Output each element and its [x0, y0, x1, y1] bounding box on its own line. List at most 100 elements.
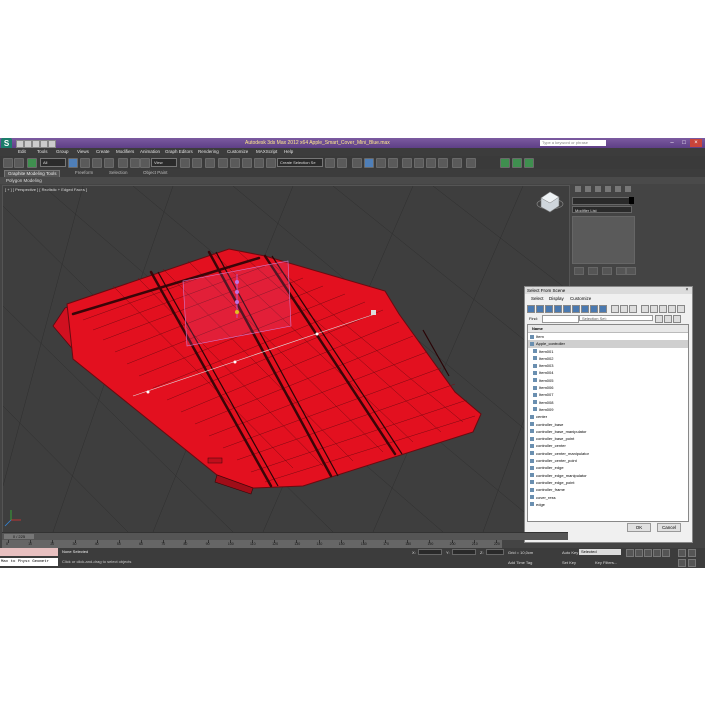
- list-item[interactable]: Apple_controller: [528, 340, 688, 348]
- list-item[interactable]: controller_base_manipulator: [528, 428, 688, 435]
- previous-frame-icon[interactable]: [635, 549, 643, 557]
- reference-coordinate-dropdown[interactable]: View: [151, 158, 177, 167]
- auto-key-button[interactable]: Auto Key: [562, 550, 578, 555]
- key-filters-button[interactable]: Key Filters...: [595, 560, 617, 565]
- render-activeshade-icon[interactable]: [466, 158, 476, 168]
- rendered-frame-window-icon[interactable]: [426, 158, 436, 168]
- menu-rendering[interactable]: Rendering: [198, 149, 219, 154]
- object-color-swatch[interactable]: [629, 197, 634, 204]
- sync-selection-icon[interactable]: [677, 305, 685, 313]
- list-item[interactable]: controller_base: [528, 421, 688, 428]
- modifier-list-dropdown[interactable]: Modifier List: [572, 206, 632, 213]
- list-item[interactable]: center: [528, 413, 688, 420]
- select-object-icon[interactable]: [68, 158, 78, 168]
- zoom-extents-icon[interactable]: [678, 549, 686, 557]
- key-mode-dropdown[interactable]: Selected: [579, 549, 621, 555]
- go-to-end-icon[interactable]: [662, 549, 670, 557]
- list-item[interactable]: Item007: [528, 391, 688, 398]
- menu-edit[interactable]: Edit: [18, 149, 26, 154]
- menu-graph-editors[interactable]: Graph Editors: [165, 149, 193, 154]
- list-item[interactable]: Item005: [528, 377, 688, 384]
- display-groups-icon[interactable]: [581, 305, 589, 313]
- select-all-icon[interactable]: [641, 305, 649, 313]
- search-input[interactable]: Type a keyword or phrase: [540, 140, 606, 146]
- list-item[interactable]: controller_edge_point: [528, 479, 688, 486]
- redo-icon[interactable]: [14, 158, 24, 168]
- find-option-icon[interactable]: [655, 315, 663, 323]
- list-item[interactable]: controller_frame: [528, 486, 688, 493]
- pin-stack-icon[interactable]: [574, 267, 584, 275]
- list-item[interactable]: controller_edge_manipulator: [528, 472, 688, 479]
- dialog-menu-customize[interactable]: Customize: [570, 296, 591, 301]
- list-item[interactable]: Item009: [528, 406, 688, 413]
- render-production-icon[interactable]: [438, 158, 448, 168]
- list-item[interactable]: controller_center_manipulator: [528, 450, 688, 457]
- list-item[interactable]: Item006: [528, 384, 688, 391]
- select-by-name-icon[interactable]: [80, 158, 90, 168]
- maxscript-listener-top[interactable]: [0, 548, 58, 556]
- hierarchy-tab-icon[interactable]: [595, 186, 601, 192]
- undo-icon[interactable]: [3, 158, 13, 168]
- layer-manager-icon[interactable]: [352, 158, 362, 168]
- mirror-icon[interactable]: [325, 158, 335, 168]
- physx-play-icon[interactable]: [512, 158, 522, 168]
- named-selection-set-dropdown[interactable]: Create Selection Se: [277, 158, 323, 167]
- render-setup-icon[interactable]: [414, 158, 424, 168]
- angle-snap-icon[interactable]: [230, 158, 240, 168]
- play-icon[interactable]: [644, 549, 652, 557]
- spinner-snap-icon[interactable]: [254, 158, 264, 168]
- redo-icon[interactable]: [48, 140, 56, 148]
- remove-modifier-icon[interactable]: [616, 267, 626, 275]
- align-icon[interactable]: [337, 158, 347, 168]
- create-tab-icon[interactable]: [575, 186, 581, 192]
- list-item[interactable]: Item: [528, 333, 688, 340]
- filter-icon[interactable]: [668, 305, 676, 313]
- list-item[interactable]: Item002: [528, 355, 688, 362]
- select-invert-icon[interactable]: [659, 305, 667, 313]
- display-xrefs-icon[interactable]: [590, 305, 598, 313]
- list-item[interactable]: edge: [528, 501, 688, 508]
- view-cube-icon[interactable]: [536, 191, 564, 213]
- display-space-warps-icon[interactable]: [572, 305, 580, 313]
- polygon-modeling-label[interactable]: Polygon Modeling: [6, 178, 42, 183]
- maxscript-listener-input[interactable]: Max to Physx Geometr: [0, 558, 58, 566]
- z-coordinate-field[interactable]: [486, 549, 504, 555]
- object-name-field[interactable]: [572, 197, 630, 205]
- display-cameras-icon[interactable]: [554, 305, 562, 313]
- show-end-result-icon[interactable]: [588, 267, 598, 275]
- case-sensitive-icon[interactable]: [664, 315, 672, 323]
- cancel-button[interactable]: Cancel: [657, 523, 681, 532]
- display-none-icon[interactable]: [620, 305, 628, 313]
- next-frame-icon[interactable]: [653, 549, 661, 557]
- percent-snap-icon[interactable]: [242, 158, 252, 168]
- keyboard-shortcut-icon[interactable]: [205, 158, 215, 168]
- menu-group[interactable]: Group: [56, 149, 69, 154]
- hierarchy-toggle-icon[interactable]: [673, 315, 681, 323]
- list-item[interactable]: cover_ress: [528, 494, 688, 501]
- list-item[interactable]: controller_base_point: [528, 435, 688, 442]
- maximize-button[interactable]: □: [678, 139, 690, 147]
- open-icon[interactable]: [24, 140, 32, 148]
- undo-icon[interactable]: [40, 140, 48, 148]
- tab-object-paint[interactable]: Object Paint: [140, 170, 171, 176]
- list-item[interactable]: Item003: [528, 362, 688, 369]
- selection-filter-dropdown[interactable]: All: [40, 158, 66, 167]
- move-icon[interactable]: [118, 158, 128, 168]
- edit-named-selection-icon[interactable]: [266, 158, 276, 168]
- link-icon[interactable]: [27, 158, 37, 168]
- ok-button[interactable]: OK: [627, 523, 651, 532]
- list-item[interactable]: Item004: [528, 369, 688, 376]
- save-icon[interactable]: [32, 140, 40, 148]
- trackbar[interactable]: 0 10 20 30 40 50 60 70 80 90 100 110 120 130 140 150 160…: [2, 540, 502, 548]
- column-header-name[interactable]: Name: [528, 325, 688, 333]
- pan-view-icon[interactable]: [688, 549, 696, 557]
- menu-help[interactable]: Help: [284, 149, 293, 154]
- display-bones-icon[interactable]: [599, 305, 607, 313]
- snaps-toggle-icon[interactable]: [218, 158, 228, 168]
- motion-tab-icon[interactable]: [605, 186, 611, 192]
- minimize-button[interactable]: –: [666, 139, 678, 147]
- rotate-icon[interactable]: [130, 158, 140, 168]
- tab-freeform[interactable]: Freeform: [72, 170, 96, 176]
- new-icon[interactable]: [16, 140, 24, 148]
- display-lights-icon[interactable]: [545, 305, 553, 313]
